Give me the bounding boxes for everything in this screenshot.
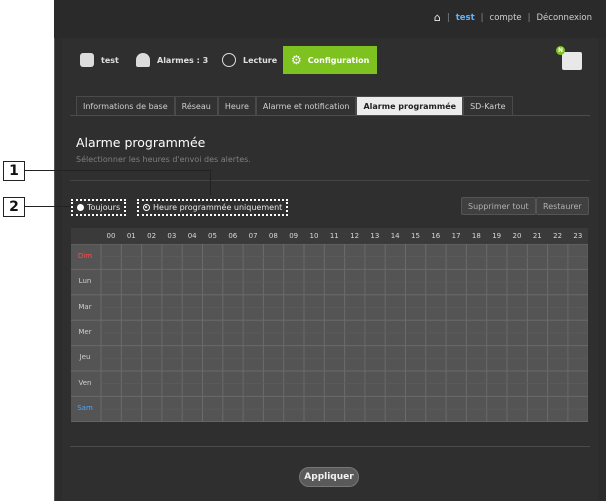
hour-header: 00 01 02 03 04 05 06 07 08 09 10 11 12 13 14 15 16 17 18 19… (71, 228, 588, 244)
separator: | (527, 13, 531, 23)
hour-label: 02 (147, 232, 157, 240)
hour-label: 03 (167, 232, 177, 240)
gear-icon: ⚙ (291, 53, 302, 67)
callout-1: 1 (3, 161, 25, 181)
nav-alarms[interactable]: Alarmes : 3 (136, 48, 208, 72)
tab-network[interactable]: Réseau (174, 96, 218, 115)
play-icon (222, 53, 236, 67)
hour-label: 22 (553, 232, 563, 240)
hour-label: 17 (451, 232, 461, 240)
radio-always[interactable]: Toujours (71, 199, 127, 216)
hour-label: 16 (431, 232, 441, 240)
nav-alarms-label: Alarmes : 3 (157, 55, 209, 65)
day-label: Ven (78, 378, 92, 387)
hour-label: 11 (329, 232, 339, 240)
callout-2-leader (24, 206, 71, 207)
tab-scheduled-alarm[interactable]: Alarme programmée (356, 96, 464, 115)
page-title: Alarme programmée (76, 135, 206, 150)
tab-sd-card[interactable]: SD-Karte (463, 96, 513, 115)
hour-label: 15 (411, 232, 420, 240)
schedule-grid-lines (71, 228, 588, 422)
hour-label: 13 (370, 232, 380, 240)
camera-notification-icon[interactable]: N (556, 46, 582, 70)
camera-icon (80, 53, 94, 67)
radio-scheduled[interactable]: Heure programmée uniquement (137, 199, 289, 216)
top-links: ⌂ | test | compte | Déconnexion (434, 12, 592, 23)
hour-label: 20 (512, 232, 522, 240)
logout-link[interactable]: Déconnexion (537, 13, 592, 23)
hour-label: 10 (309, 232, 319, 240)
callout-1-leader (210, 170, 211, 195)
schedule-grid[interactable]: 00 01 02 03 04 05 06 07 08 09 10 11 12 13 14 15 16 17 18 19… (71, 228, 588, 422)
hour-label: 09 (289, 232, 299, 240)
hour-label: 07 (248, 232, 258, 240)
tab-time[interactable]: Heure (217, 96, 256, 115)
day-label: Lun (78, 277, 92, 286)
user-link[interactable]: test (456, 13, 475, 23)
nav-playback[interactable]: Lecture (222, 48, 277, 72)
hour-label: 14 (390, 232, 400, 240)
alarm-bell-icon (136, 53, 150, 67)
day-label: Dim (77, 251, 93, 260)
day-label: Sam (77, 404, 93, 413)
hour-label: 04 (187, 232, 197, 240)
nav-configuration-label: Configuration (307, 55, 370, 65)
hour-label: 12 (350, 232, 360, 240)
tab-divider (70, 115, 590, 116)
callout-2: 2 (3, 197, 25, 217)
settings-tabs: Informations de base Réseau Heure Alarme… (76, 96, 513, 115)
hour-label: 23 (573, 232, 583, 240)
hour-label: 05 (208, 232, 217, 240)
hour-label: 18 (471, 232, 481, 240)
separator: | (480, 13, 484, 23)
radio-always-label: Toujours (87, 203, 121, 212)
apply-button[interactable]: Appliquer (299, 467, 359, 487)
nav-configuration[interactable]: ⚙ Configuration (283, 46, 377, 74)
home-icon[interactable]: ⌂ (434, 12, 441, 23)
radio-always-dot (77, 204, 84, 211)
footer-divider (70, 446, 590, 447)
day-label: Mer (78, 327, 92, 336)
main-nav: test Alarmes : 3 Lecture ⚙ Configuration… (70, 46, 590, 76)
hour-label: 08 (268, 232, 278, 240)
nav-camera[interactable]: test (80, 48, 119, 72)
tab-basic-info[interactable]: Informations de base (76, 96, 175, 115)
hour-label: 06 (228, 232, 238, 240)
hour-label: 19 (492, 232, 502, 240)
nav-camera-label: test (101, 55, 119, 65)
hour-label: 00 (106, 232, 116, 240)
page-subtitle: Sélectionner les heures d'envoi des aler… (76, 155, 251, 164)
hour-label: 21 (532, 232, 542, 240)
tab-alarm-notification[interactable]: Alarme et notification (255, 96, 357, 115)
hour-label: 01 (126, 232, 136, 240)
restore-button[interactable]: Restaurer (536, 197, 589, 215)
separator: | (446, 13, 450, 23)
nav-playback-label: Lecture (243, 55, 278, 65)
notification-badge: N (556, 46, 565, 55)
delete-all-button[interactable]: Supprimer tout (461, 197, 536, 215)
callout-1-leader (24, 170, 210, 171)
day-label: Mar (78, 302, 92, 311)
account-link[interactable]: compte (490, 13, 522, 23)
section-divider (70, 180, 590, 181)
radio-scheduled-dot (143, 204, 150, 211)
radio-scheduled-label: Heure programmée uniquement (153, 203, 283, 212)
day-label: Jeu (79, 353, 91, 362)
